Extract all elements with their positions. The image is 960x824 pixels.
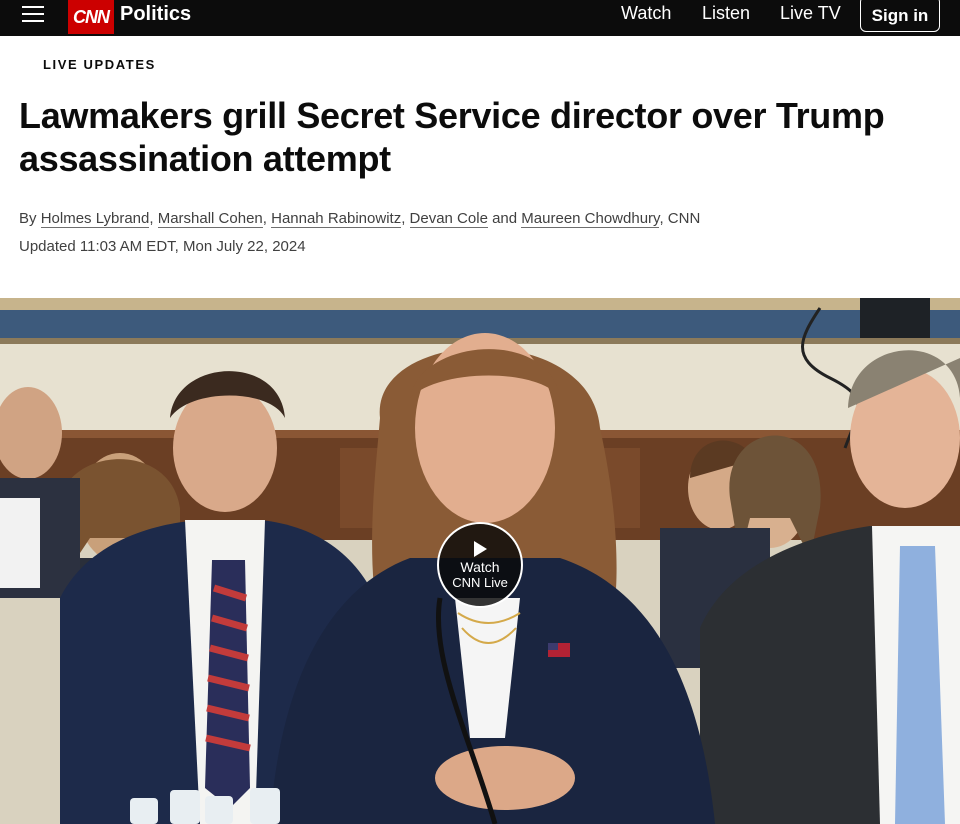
headline: Lawmakers grill Secret Service director … bbox=[19, 95, 885, 179]
cnn-logo-text: CNN bbox=[73, 6, 110, 27]
watch-cnn-live-button[interactable]: Watch CNN Live bbox=[437, 522, 523, 608]
section-title[interactable]: Politics bbox=[120, 2, 191, 26]
byline-separator: , bbox=[659, 210, 668, 227]
byline-separator: and bbox=[487, 210, 522, 227]
cnn-logo[interactable]: CNN bbox=[68, 0, 114, 34]
byline-separator: , bbox=[401, 210, 410, 227]
byline-separator: , bbox=[262, 210, 272, 227]
hamburger-menu-icon[interactable] bbox=[22, 3, 44, 25]
sign-in-button[interactable]: Sign in bbox=[860, 0, 940, 32]
byline-source: CNN bbox=[667, 210, 701, 227]
top-nav: CNN Politics Watch Listen Live TV Sign i… bbox=[0, 0, 960, 36]
nav-link-listen[interactable]: Listen bbox=[702, 3, 750, 23]
byline-prefix: By bbox=[19, 210, 41, 227]
author-link[interactable]: Maureen Chowdhury bbox=[521, 210, 660, 228]
author-link[interactable]: Holmes Lybrand bbox=[40, 210, 150, 228]
nav-link-watch[interactable]: Watch bbox=[621, 3, 671, 23]
byline-separator: , bbox=[149, 210, 158, 227]
nav-link-live-tv[interactable]: Live TV bbox=[780, 3, 841, 23]
byline: By Holmes Lybrand, Marshall Cohen, Hanna… bbox=[19, 209, 700, 229]
live-updates-kicker: LIVE UPDATES bbox=[43, 57, 156, 72]
cnn-live-label: CNN Live bbox=[452, 574, 508, 590]
author-link[interactable]: Hannah Rabinowitz bbox=[271, 210, 402, 228]
play-icon bbox=[473, 540, 487, 557]
author-link[interactable]: Devan Cole bbox=[409, 210, 488, 228]
author-link[interactable]: Marshall Cohen bbox=[157, 210, 263, 228]
watch-label: Watch bbox=[460, 558, 500, 575]
updated-timestamp: Updated 11:03 AM EDT, Mon July 22, 2024 bbox=[19, 238, 306, 255]
